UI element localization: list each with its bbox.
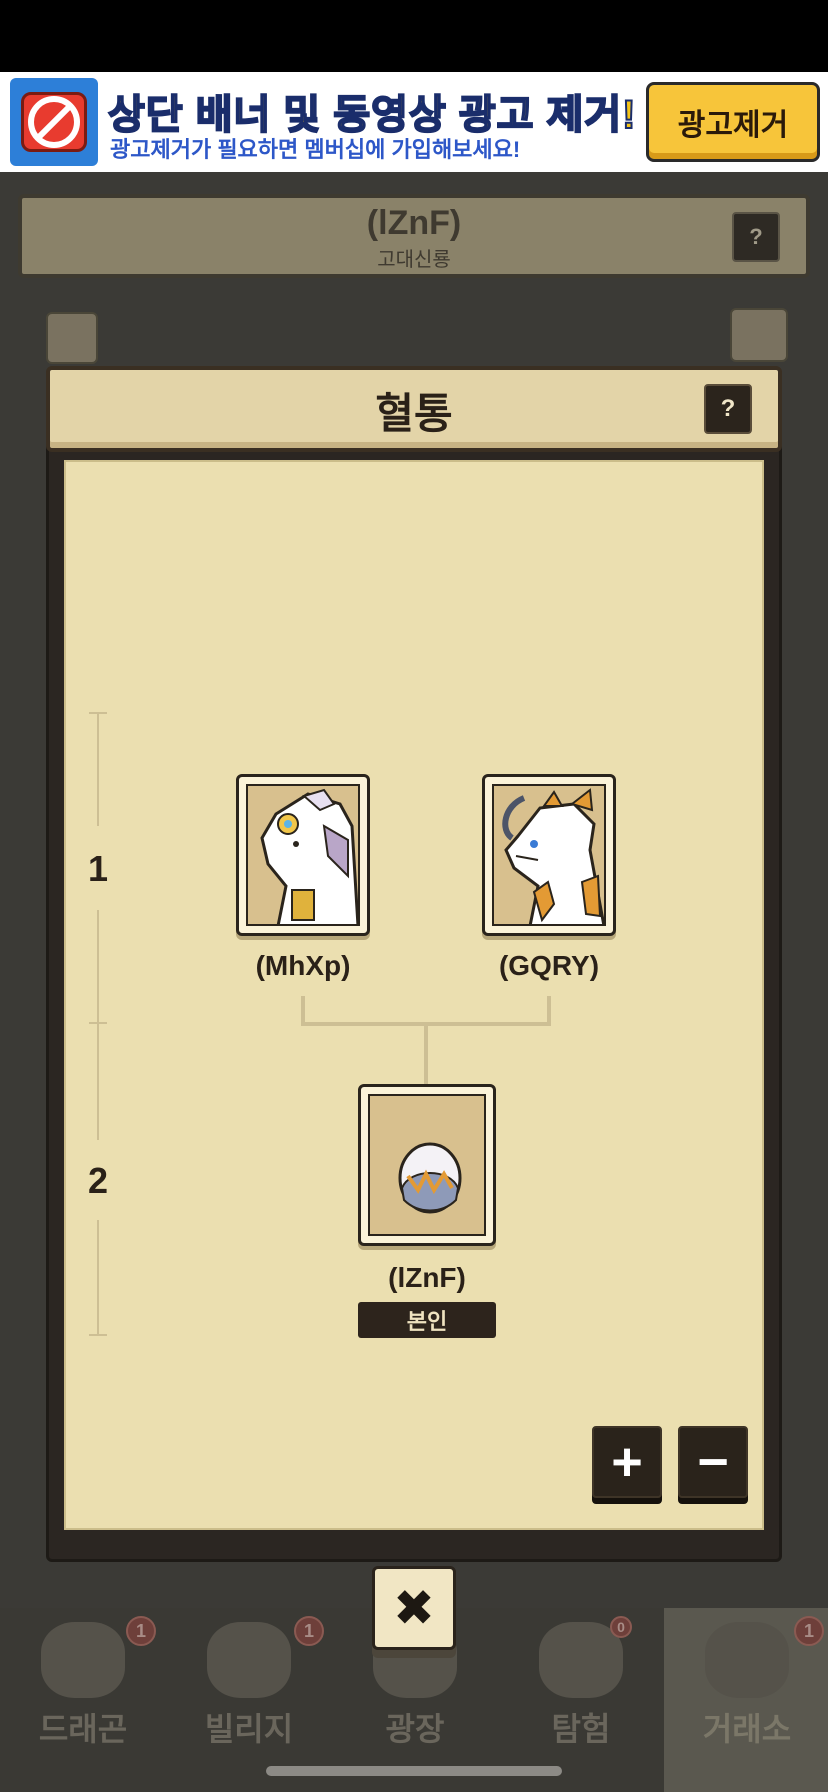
nav-label: 탐험 <box>551 1711 611 1747</box>
status-bar <box>0 0 828 72</box>
compass-icon <box>539 1622 623 1698</box>
nav-label: 광장 <box>385 1711 445 1747</box>
parent-name: (GQRY) <box>498 950 600 981</box>
notification-badge: 1 <box>294 1616 324 1646</box>
nav-label: 빌리지 <box>204 1711 294 1747</box>
self-name: (lZnF) <box>388 1262 466 1293</box>
white-gold-dragon-icon <box>494 786 604 924</box>
creature-type: 고대신룡 <box>377 249 451 271</box>
generation-tick <box>89 1022 107 1024</box>
self-badge: 본인 <box>358 1302 496 1338</box>
nav-label: 드래곤 <box>38 1711 128 1747</box>
creature-help-button[interactable]: ? <box>732 212 780 262</box>
generation-scale-line <box>97 712 99 826</box>
modal-title: 혈통 <box>375 390 453 437</box>
home-icon[interactable] <box>730 308 788 362</box>
creature-name: (lZnF) <box>366 204 462 242</box>
creature-header: (lZnF) 고대신룡 ? <box>18 194 810 278</box>
dragon-portrait <box>492 784 606 926</box>
nav-item-explore[interactable]: 탐험 0 <box>498 1608 664 1792</box>
notification-badge: 1 <box>126 1616 156 1646</box>
self-card[interactable] <box>358 1084 496 1246</box>
scales-icon <box>705 1622 789 1698</box>
ad-banner[interactable]: 상단 배너 및 동영상 광고 제거! 광고제거가 필요하면 멤버십에 가입해보세… <box>0 72 828 172</box>
nav-label: 거래소 <box>702 1711 792 1747</box>
parent-card[interactable] <box>236 774 370 936</box>
dragon-portrait <box>246 784 360 926</box>
tree-connector <box>424 1022 428 1084</box>
no-ads-tv-icon <box>10 78 98 166</box>
notification-badge: 0 <box>610 1616 632 1638</box>
nav-item-dragon[interactable]: 드래곤 1 <box>0 1608 166 1792</box>
egg-icon <box>370 1096 484 1234</box>
home-indicator[interactable] <box>266 1766 562 1776</box>
generation-tick <box>89 1334 107 1336</box>
ad-subtitle: 광고제거가 필요하면 멤버십에 가입해보세요! <box>110 137 521 162</box>
generation-label: 2 <box>87 1160 109 1201</box>
egg-portrait <box>368 1094 486 1236</box>
zoom-in-button[interactable]: + <box>592 1426 662 1498</box>
dragon-icon <box>41 1622 125 1698</box>
parent-name: (MhXp) <box>255 950 351 981</box>
notification-badge: 1 <box>794 1616 824 1646</box>
zoom-out-button[interactable]: − <box>678 1426 748 1498</box>
generation-label: 1 <box>87 848 109 889</box>
nav-item-village[interactable]: 빌리지 1 <box>166 1608 332 1792</box>
parent-card[interactable] <box>482 774 616 936</box>
generation-scale-line <box>97 1220 99 1336</box>
pedigree-help-button[interactable]: ? <box>704 384 752 434</box>
nav-item-exchange[interactable]: 거래소 1 <box>664 1608 828 1792</box>
remove-ads-button[interactable]: 광고제거 <box>646 82 820 162</box>
gear-icon[interactable] <box>46 312 98 364</box>
generation-tick <box>89 712 107 714</box>
generation-scale-line <box>97 910 99 1140</box>
modal-header: 혈통 ? <box>46 366 782 452</box>
white-dragon-icon <box>248 786 358 924</box>
close-button[interactable]: ✖ <box>372 1566 456 1650</box>
village-icon <box>207 1622 291 1698</box>
pedigree-canvas[interactable] <box>64 460 764 1530</box>
